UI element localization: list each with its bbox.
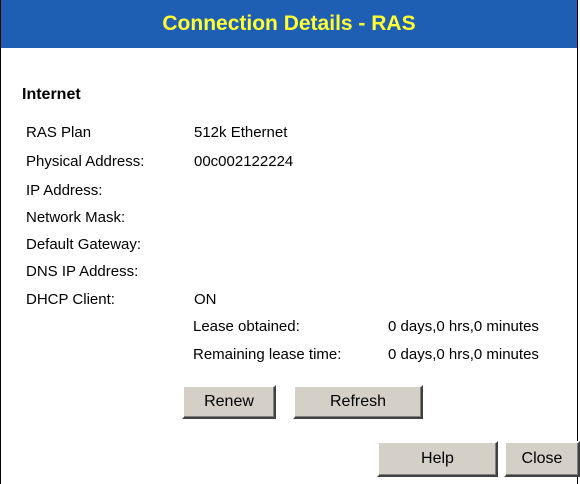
ras-plan-label: RAS Plan <box>26 124 92 141</box>
default-gateway-label: Default Gateway: <box>26 236 142 253</box>
ras-plan-value: 512k Ethernet <box>194 124 288 141</box>
lease-obtained-label: Lease obtained: <box>193 318 300 335</box>
refresh-button[interactable]: Refresh <box>293 385 423 419</box>
physical-address-label: Physical Address: <box>26 153 145 170</box>
lease-obtained-value: 0 days,0 hrs,0 minutes <box>388 318 539 335</box>
dhcp-client-label: DHCP Client: <box>26 291 115 308</box>
network-mask-label: Network Mask: <box>26 209 126 226</box>
dns-ip-address-label: DNS IP Address: <box>26 263 139 280</box>
help-button[interactable]: Help <box>377 441 498 477</box>
dhcp-client-value: ON <box>194 291 217 308</box>
physical-address-value: 00c002122224 <box>194 153 294 170</box>
section-heading: Internet <box>22 86 81 103</box>
title-bar: Connection Details - RAS <box>1 0 577 48</box>
remaining-lease-label: Remaining lease time: <box>193 346 342 363</box>
ip-address-label: IP Address: <box>26 182 103 199</box>
remaining-lease-value: 0 days,0 hrs,0 minutes <box>388 346 539 363</box>
renew-button[interactable]: Renew <box>182 385 276 419</box>
close-button[interactable]: Close <box>504 441 580 477</box>
page-title: Connection Details - RAS <box>162 12 416 35</box>
